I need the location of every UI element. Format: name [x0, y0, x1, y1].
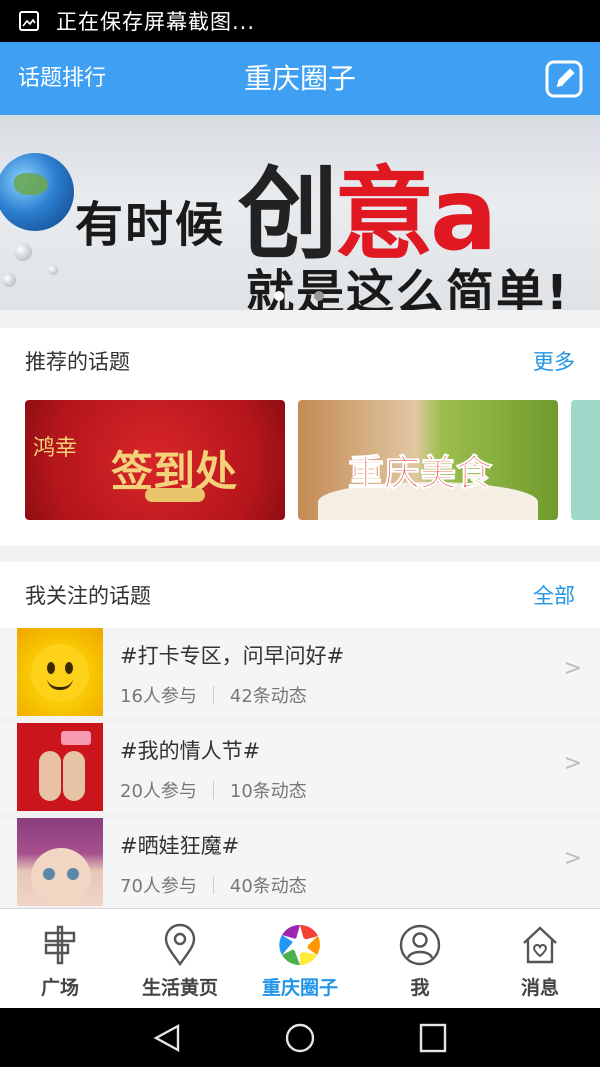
topic-name: #打卡专区，问早问好#	[120, 644, 345, 668]
post-count: 42条动态	[229, 686, 307, 707]
pager-dot[interactable]	[314, 291, 324, 301]
participant-count: 20人参与	[120, 781, 197, 802]
topic-name: #我的情人节#	[120, 739, 261, 763]
pager-dot-active[interactable]	[274, 291, 284, 301]
tab-label: 我	[410, 977, 430, 999]
bottom-tab-bar: 广场 生活黄页 重庆圈子 我 消息	[0, 908, 600, 1008]
tab-me[interactable]: 我	[360, 909, 480, 1008]
followed-topics-section: 我关注的话题 全部	[0, 562, 600, 628]
tab-label: 重庆圈子	[261, 977, 338, 999]
avatar-eye	[65, 662, 73, 674]
recommended-topic-card-partial[interactable]	[571, 400, 600, 520]
sun-face	[31, 644, 89, 702]
baby-face	[31, 848, 91, 906]
tab-chongqing-circle[interactable]: 重庆圈子	[240, 909, 360, 1008]
section-title: 推荐的话题	[25, 350, 130, 374]
status-bar: 正在保存屏幕截图...	[0, 0, 600, 42]
section-header: 我关注的话题 全部	[0, 562, 600, 630]
screenshot-icon	[19, 11, 39, 31]
post-count: 40条动态	[229, 876, 307, 897]
recommended-topic-card[interactable]: 重庆美食	[298, 400, 558, 520]
status-text: 正在保存屏幕截图...	[56, 10, 256, 34]
list-item[interactable]: #我的情人节# 20人参与 10条动态 >	[0, 723, 600, 811]
tab-label: 广场	[40, 977, 79, 999]
home-icon[interactable]	[283, 1022, 317, 1054]
tab-label: 消息	[520, 977, 559, 999]
avatar-eye	[47, 662, 55, 674]
chevron-right-icon: >	[563, 846, 582, 871]
home-heart-icon	[523, 926, 557, 964]
divider	[212, 876, 214, 894]
tab-label: 生活黄页	[141, 977, 218, 999]
more-link[interactable]: 更多	[533, 328, 575, 396]
divider	[212, 686, 214, 704]
decor-ball	[2, 273, 16, 287]
edit-icon[interactable]	[544, 59, 584, 99]
chevron-right-icon: >	[563, 656, 582, 681]
back-icon[interactable]	[150, 1022, 184, 1054]
decor-ball	[48, 265, 58, 275]
card-label: 重庆美食	[347, 453, 493, 495]
list-item[interactable]: #晒娃狂魔# 70人参与 40条动态 >	[0, 818, 600, 906]
location-pin-icon	[164, 923, 196, 967]
recent-apps-icon[interactable]	[416, 1022, 450, 1054]
avatar-eye	[67, 868, 79, 880]
tab-yellow-pages[interactable]: 生活黄页	[120, 909, 240, 1008]
banner-line1: 有时候	[75, 197, 226, 253]
tab-plaza[interactable]: 广场	[0, 909, 120, 1008]
post-count: 10条动态	[229, 781, 307, 802]
section-header: 推荐的话题 更多	[0, 328, 600, 396]
avatar-eye	[43, 868, 55, 880]
banner-line3: 就是这么简单!	[246, 265, 570, 310]
recommended-topics-section: 推荐的话题 更多 鸿幸 签到处 重庆美食	[0, 328, 600, 546]
topic-name: #晒娃狂魔#	[120, 834, 240, 858]
topic-avatar	[17, 628, 103, 716]
system-nav-bar	[0, 1008, 600, 1067]
aperture-icon	[279, 924, 320, 966]
app-header: 重庆圈子 话题排行	[0, 42, 600, 115]
section-title: 我关注的话题	[25, 584, 151, 608]
promo-banner[interactable]: 有时候 创意a 就是这么简单!	[0, 115, 600, 310]
user-icon	[399, 924, 441, 966]
cloud-decoration	[145, 488, 205, 502]
signpost-icon	[44, 925, 76, 965]
finger-figure	[63, 751, 85, 801]
divider	[212, 781, 214, 799]
participant-count: 70人参与	[120, 876, 197, 897]
decor-ball	[14, 243, 32, 261]
all-link[interactable]: 全部	[533, 562, 575, 630]
recommended-topic-card[interactable]: 鸿幸 签到处	[25, 400, 285, 520]
chevron-right-icon: >	[563, 751, 582, 776]
card-side-text: 鸿幸	[33, 436, 78, 461]
banner-pager	[274, 291, 324, 301]
valentine-tag	[61, 731, 91, 745]
topic-ranking-button[interactable]: 话题排行	[18, 42, 106, 115]
finger-figure	[39, 751, 61, 801]
tab-messages[interactable]: 消息	[480, 909, 600, 1008]
participant-count: 16人参与	[120, 686, 197, 707]
recommended-carousel: 鸿幸 签到处 重庆美食	[0, 400, 600, 520]
topic-avatar	[17, 723, 103, 811]
topic-meta: 20人参与 10条动态	[120, 777, 307, 803]
topic-avatar	[17, 818, 103, 906]
topic-meta: 70人参与 40条动态	[120, 872, 307, 898]
topic-meta: 16人参与 42条动态	[120, 682, 307, 708]
list-item[interactable]: #打卡专区，问早问好# 16人参与 42条动态 >	[0, 628, 600, 716]
globe-land	[14, 173, 48, 195]
